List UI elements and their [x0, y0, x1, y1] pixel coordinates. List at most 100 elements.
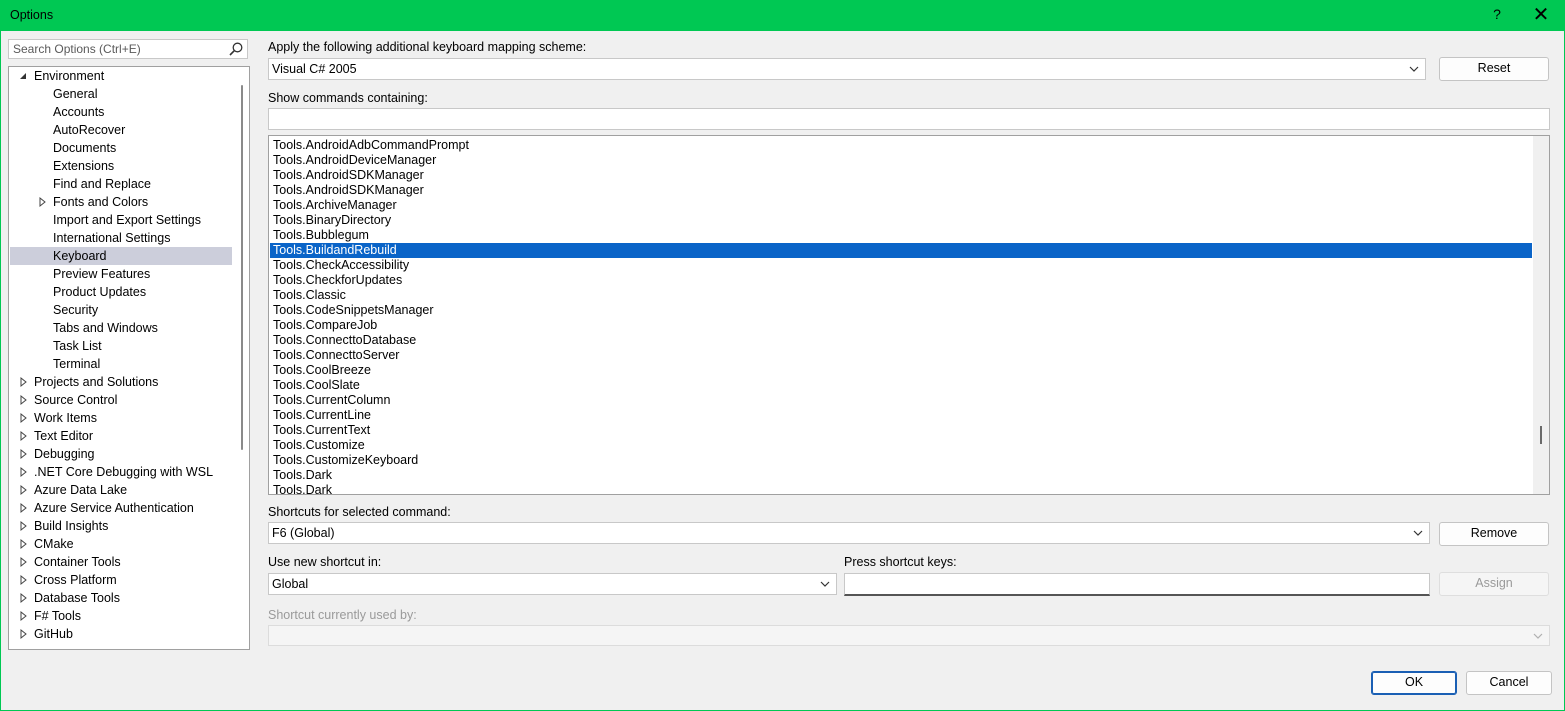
collapsed-arrow-icon[interactable] — [18, 517, 28, 535]
tree-item[interactable]: Preview Features — [10, 265, 232, 283]
command-list-item[interactable]: Tools.Classic — [270, 288, 1532, 303]
tree-item[interactable]: Security — [10, 301, 232, 319]
command-list-item[interactable]: Tools.Dark — [270, 468, 1532, 483]
tree-item-label: Security — [53, 303, 99, 317]
command-list-item[interactable]: Tools.BinaryDirectory — [270, 213, 1532, 228]
ok-button[interactable]: OK — [1371, 671, 1457, 695]
command-list-item[interactable]: Tools.AndroidSDKManager — [270, 168, 1532, 183]
tree-item[interactable]: Accounts — [10, 103, 232, 121]
use-new-shortcut-select[interactable]: Global — [268, 573, 837, 595]
command-list-item[interactable]: Tools.AndroidAdbCommandPrompt — [270, 138, 1532, 153]
command-list-item[interactable]: Tools.CheckforUpdates — [270, 273, 1532, 288]
tree-item-label: Import and Export Settings — [53, 213, 201, 227]
collapsed-arrow-icon[interactable] — [18, 553, 28, 571]
tree-item[interactable]: Build Insights — [10, 517, 232, 535]
tree-item[interactable]: .NET Core Debugging with WSL — [10, 463, 232, 481]
collapsed-arrow-icon[interactable] — [37, 193, 47, 211]
tree-item[interactable]: Text Editor — [10, 427, 232, 445]
tree-item-label: Azure Service Authentication — [34, 501, 194, 515]
assign-button[interactable]: Assign — [1439, 572, 1549, 596]
tree-item[interactable]: Extensions — [10, 157, 232, 175]
tree-item-label: Tabs and Windows — [53, 321, 158, 335]
search-input[interactable] — [9, 40, 227, 58]
options-tree[interactable]: Environment General Accounts AutoRecover Doc… — [8, 66, 250, 650]
collapsed-arrow-icon[interactable] — [18, 373, 28, 391]
search-icon[interactable] — [228, 41, 244, 57]
command-list-item[interactable]: Tools.CurrentText — [270, 423, 1532, 438]
cancel-button[interactable]: Cancel — [1466, 671, 1552, 695]
command-list-item[interactable]: Tools.CoolBreeze — [270, 363, 1532, 378]
collapsed-arrow-icon[interactable] — [18, 481, 28, 499]
commands-scrollbar-thumb[interactable] — [1540, 426, 1542, 444]
used-by-label: Shortcut currently used by: — [268, 608, 417, 622]
collapsed-arrow-icon[interactable] — [18, 535, 28, 553]
tree-item[interactable]: Debugging — [10, 445, 232, 463]
help-button[interactable]: ? — [1488, 6, 1506, 24]
tree-item-label: GitHub — [34, 627, 73, 641]
tree-item[interactable]: CMake — [10, 535, 232, 553]
press-shortcut-input[interactable] — [844, 573, 1430, 596]
tree-item[interactable]: General — [10, 85, 232, 103]
tree-item[interactable]: Environment — [10, 67, 232, 85]
command-list-item[interactable]: Tools.BuildandRebuild — [270, 243, 1532, 258]
tree-item[interactable]: Product Updates — [10, 283, 232, 301]
remove-button[interactable]: Remove — [1439, 522, 1549, 546]
expanded-arrow-icon[interactable] — [18, 67, 28, 85]
tree-item[interactable]: Projects and Solutions — [10, 373, 232, 391]
collapsed-arrow-icon[interactable] — [18, 499, 28, 517]
tree-item[interactable]: AutoRecover — [10, 121, 232, 139]
tree-scrollbar-thumb[interactable] — [241, 85, 243, 450]
command-list-item[interactable]: Tools.Customize — [270, 438, 1532, 453]
collapsed-arrow-icon[interactable] — [18, 409, 28, 427]
collapsed-arrow-icon[interactable] — [18, 427, 28, 445]
tree-item[interactable]: Cross Platform — [10, 571, 232, 589]
command-list-item[interactable]: Tools.ConnecttoServer — [270, 348, 1532, 363]
command-list-item[interactable]: Tools.CoolSlate — [270, 378, 1532, 393]
collapsed-arrow-icon[interactable] — [18, 445, 28, 463]
collapsed-arrow-icon[interactable] — [18, 391, 28, 409]
command-list-item[interactable]: Tools.CurrentLine — [270, 408, 1532, 423]
tree-item[interactable]: Source Control — [10, 391, 232, 409]
tree-item[interactable]: Documents — [10, 139, 232, 157]
command-list-item[interactable]: Tools.ConnecttoDatabase — [270, 333, 1532, 348]
mapping-scheme-value: Visual C# 2005 — [272, 62, 357, 76]
tree-item-label: General — [53, 87, 98, 101]
tree-item[interactable]: Task List — [10, 337, 232, 355]
tree-item[interactable]: GitHub — [10, 625, 232, 643]
collapsed-arrow-icon[interactable] — [18, 589, 28, 607]
tree-item[interactable]: Keyboard — [10, 247, 232, 265]
tree-item[interactable]: Tabs and Windows — [10, 319, 232, 337]
close-button[interactable]: ✕ — [1530, 4, 1552, 26]
collapsed-arrow-icon[interactable] — [18, 607, 28, 625]
tree-item[interactable]: Azure Data Lake — [10, 481, 232, 499]
shortcuts-select[interactable]: F6 (Global) — [268, 522, 1430, 544]
tree-item[interactable]: Container Tools — [10, 553, 232, 571]
mapping-scheme-select[interactable]: Visual C# 2005 — [268, 58, 1426, 80]
tree-item[interactable]: Import and Export Settings — [10, 211, 232, 229]
show-commands-input[interactable] — [268, 108, 1550, 130]
tree-item[interactable]: Database Tools — [10, 589, 232, 607]
command-list-item[interactable]: Tools.CodeSnippetsManager — [270, 303, 1532, 318]
tree-item[interactable]: Azure Service Authentication — [10, 499, 232, 517]
reset-button[interactable]: Reset — [1439, 57, 1549, 81]
command-list-item[interactable]: Tools.ArchiveManager — [270, 198, 1532, 213]
command-list-item[interactable]: Tools.Dark — [270, 483, 1532, 494]
tree-item[interactable]: Terminal — [10, 355, 232, 373]
collapsed-arrow-icon[interactable] — [18, 571, 28, 589]
tree-item[interactable]: F# Tools — [10, 607, 232, 625]
command-list-item[interactable]: Tools.CompareJob — [270, 318, 1532, 333]
tree-item[interactable]: Find and Replace — [10, 175, 232, 193]
commands-list[interactable]: Tools.Dark Tools.Dark Tools.CustomizeKeybo… — [268, 135, 1550, 495]
tree-item[interactable]: International Settings — [10, 229, 232, 247]
command-list-item[interactable]: Tools.CheckAccessibility — [270, 258, 1532, 273]
used-by-select[interactable] — [268, 625, 1550, 646]
command-list-item[interactable]: Tools.AndroidSDKManager — [270, 183, 1532, 198]
tree-item[interactable]: Work Items — [10, 409, 232, 427]
tree-item[interactable]: Fonts and Colors — [10, 193, 232, 211]
collapsed-arrow-icon[interactable] — [18, 625, 28, 643]
command-list-item[interactable]: Tools.AndroidDeviceManager — [270, 153, 1532, 168]
command-list-item[interactable]: Tools.CurrentColumn — [270, 393, 1532, 408]
command-list-item[interactable]: Tools.CustomizeKeyboard — [270, 453, 1532, 468]
collapsed-arrow-icon[interactable] — [18, 463, 28, 481]
command-list-item[interactable]: Tools.Bubblegum — [270, 228, 1532, 243]
